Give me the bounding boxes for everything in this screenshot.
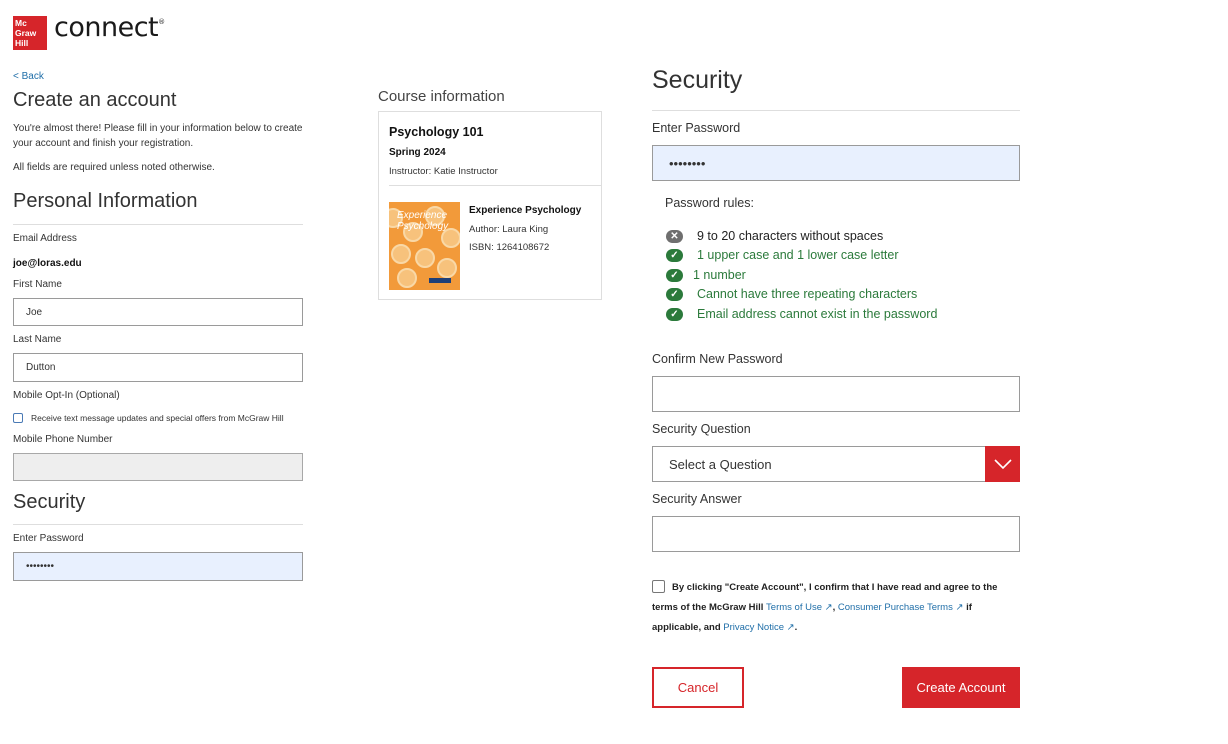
connect-wordmark-text: connect (54, 12, 159, 43)
chevron-down-glyph (993, 459, 1012, 470)
privacy-notice-link[interactable]: Privacy Notice ↗ (723, 622, 794, 633)
cancel-button[interactable]: Cancel (652, 667, 744, 708)
book-cover-image: Experience Psychology (389, 202, 460, 290)
divider (13, 224, 303, 225)
password-rule: ✓ 1 upper case and 1 lower case letter (666, 248, 899, 262)
password-rule: ✓ 1 number (666, 268, 746, 282)
registered-mark: ® (158, 18, 165, 26)
password-value: •••••••• (669, 155, 706, 171)
intro-text: You're almost there! Please fill in your… (13, 123, 303, 149)
last-name-input[interactable]: Dutton (13, 353, 303, 382)
last-name-value: Dutton (26, 362, 56, 373)
external-link-icon: ↗ (786, 622, 795, 633)
book-cover-title: Experience Psychology (397, 210, 448, 232)
terms-of-use-link-text: Terms of Use (766, 602, 822, 613)
book-cover-author-band (429, 278, 451, 283)
password-rule: ✓ Cannot have three repeating characters (666, 287, 917, 301)
check-icon: ✓ (666, 307, 683, 321)
connect-wordmark: connect® (54, 12, 165, 43)
course-term: Spring 2024 (389, 147, 446, 158)
back-link[interactable]: < Back (13, 71, 44, 82)
password-input[interactable]: •••••••• (652, 145, 1020, 181)
security-heading-left: Security (13, 491, 86, 513)
security-question-value: Select a Question (669, 456, 772, 472)
security-heading: Security (652, 66, 743, 94)
first-name-value: Joe (26, 306, 43, 318)
password-rule: ✕ 9 to 20 characters without spaces (666, 229, 883, 243)
confirm-password-input[interactable] (652, 376, 1020, 412)
cover-orange-slice (415, 248, 435, 268)
required-note: All fields are required unless noted oth… (13, 162, 215, 173)
first-name-label: First Name (13, 279, 62, 290)
cover-orange-slice (397, 268, 417, 288)
mobile-phone-label: Mobile Phone Number (13, 434, 113, 445)
security-question-label: Security Question (652, 422, 751, 436)
personal-info-heading: Personal Information (13, 190, 198, 212)
book-isbn: ISBN: 1264108672 (469, 242, 550, 253)
create-account-button[interactable]: Create Account (902, 667, 1020, 708)
security-answer-label: Security Answer (652, 492, 742, 506)
privacy-notice-link-text: Privacy Notice (723, 622, 784, 633)
consumer-purchase-terms-link[interactable]: Consumer Purchase Terms ↗ (838, 602, 964, 613)
mobile-optin-text: Receive text message updates and special… (31, 413, 284, 423)
logo-line-1: Mc (15, 18, 27, 28)
book-title: Experience Psychology (469, 205, 582, 216)
password-rule-text: Cannot have three repeating characters (697, 287, 918, 301)
consumer-purchase-link-text: Consumer Purchase Terms (837, 602, 953, 613)
external-link-icon: ↗ (824, 602, 833, 613)
logo-line-3: Hill (15, 38, 29, 48)
book-cover-title-line: Experience (397, 210, 448, 221)
mobile-optin-label: Mobile Opt-In (Optional) (13, 390, 120, 401)
external-link-icon: ↗ (955, 602, 964, 613)
password-rules-heading: Password rules: (665, 196, 754, 210)
password-rule: ✓ Email address cannot exist in the passw… (666, 307, 937, 321)
last-name-label: Last Name (13, 334, 62, 345)
password-input-left[interactable]: •••••••• (13, 552, 303, 581)
mcgraw-hill-logo: Mc Graw Hill (13, 16, 47, 50)
mobile-optin-checkbox[interactable] (13, 413, 23, 423)
check-icon: ✓ (666, 268, 683, 282)
check-icon: ✓ (666, 287, 683, 301)
password-label-left: Enter Password (13, 533, 84, 544)
divider (652, 110, 1020, 111)
password-rule-text: 1 upper case and 1 lower case letter (697, 248, 899, 262)
cover-orange-slice (391, 244, 411, 264)
password-rule-text: Email address cannot exist in the passwo… (697, 307, 938, 321)
divider (389, 185, 602, 186)
password-rule-text: 1 number (693, 268, 746, 282)
email-value: joe@loras.edu (13, 258, 82, 269)
book-author: Author: Laura King (469, 224, 549, 235)
divider (13, 524, 303, 525)
password-rule-text: 9 to 20 characters without spaces (697, 229, 884, 243)
email-label: Email Address (13, 233, 77, 244)
terms-separator: , (832, 602, 836, 613)
confirm-password-label: Confirm New Password (652, 352, 783, 366)
logo-line-2: Graw (15, 28, 37, 38)
security-question-select[interactable]: Select a Question (652, 446, 1020, 482)
course-name: Psychology 101 (389, 125, 484, 139)
first-name-input[interactable]: Joe (13, 298, 303, 326)
terms-text: By clicking "Create Account", I confirm … (652, 578, 1022, 638)
cover-orange-slice (437, 258, 457, 278)
password-value-left: •••••••• (26, 561, 55, 572)
course-info-heading: Course information (378, 88, 505, 105)
x-icon: ✕ (666, 229, 683, 243)
terms-of-use-link[interactable]: Terms of Use ↗ (766, 602, 833, 613)
chevron-down-icon[interactable] (985, 446, 1020, 482)
page-title: Create an account (13, 89, 177, 111)
password-label: Enter Password (652, 121, 741, 135)
check-icon: ✓ (666, 248, 683, 262)
mobile-phone-input[interactable] (13, 453, 303, 481)
terms-end: . (794, 622, 798, 633)
book-cover-title-line: Psychology (397, 221, 449, 232)
course-instructor: Instructor: Katie Instructor (389, 166, 498, 177)
security-answer-input[interactable] (652, 516, 1020, 552)
